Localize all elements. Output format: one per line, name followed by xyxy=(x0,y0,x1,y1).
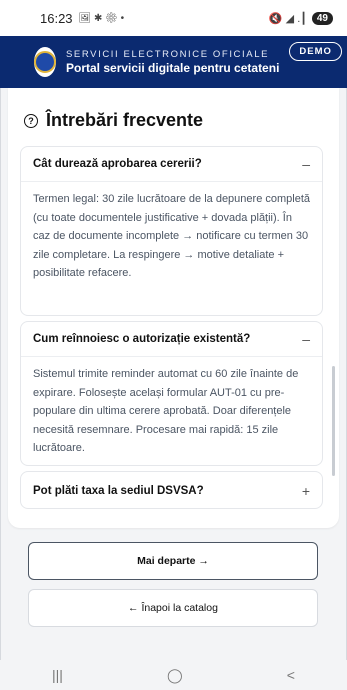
collapse-icon[interactable]: – xyxy=(302,156,310,172)
faq-answer: Termen legal: 30 zile lucrătoare de la d… xyxy=(21,181,322,283)
battery-icon: 49 xyxy=(311,11,333,25)
notification-icons: 🖼 ✱ ⚙ • xyxy=(78,12,125,24)
faq-question: Pot plăti taxa la sediul DSVSA? xyxy=(33,485,204,497)
faq-heading: ? Întrebări frecvente xyxy=(24,110,203,131)
faq-title: Întrebări frecvente xyxy=(46,110,204,130)
signal-icons: 🔇 ◢ .┃ xyxy=(268,12,307,25)
header-kicker: SERVICII ELECTRONICE OFICIALE xyxy=(66,49,270,61)
collapse-icon[interactable]: – xyxy=(302,331,310,347)
back-to-catalog-button[interactable]: ← Înapoi la catalog xyxy=(28,589,318,627)
home-button[interactable]: ◯ xyxy=(167,667,183,684)
faq-question: Cât durează aprobarea cererii? xyxy=(33,158,202,170)
help-circle-icon: ? xyxy=(24,113,38,128)
faq-question-toggle[interactable]: Pot plăti taxa la sediul DSVSA? + xyxy=(21,472,322,510)
system-back-button[interactable]: < xyxy=(287,667,295,683)
demo-badge: DEMO xyxy=(289,42,342,61)
faq-question-toggle[interactable]: Cum reînnoiesc o autorizație existentă? … xyxy=(21,322,322,356)
recent-apps-button[interactable]: ||| xyxy=(52,667,63,683)
android-nav-bar: ||| ◯ < xyxy=(0,660,347,690)
header-title: Portal servicii digitale pentru cetateni xyxy=(66,60,280,75)
next-button[interactable]: Mai departe → xyxy=(28,542,318,580)
site-header: SERVICII ELECTRONICE OFICIALE Portal ser… xyxy=(0,36,347,88)
faq-item-approval-duration: Cât durează aprobarea cererii? – Termen … xyxy=(20,146,323,316)
status-bar: 16:23 🖼 ✱ ⚙ • 🔇 ◢ .┃ 49 xyxy=(0,0,347,36)
clock: 16:23 xyxy=(40,10,73,26)
faq-question: Cum reînnoiesc o autorizație existentă? xyxy=(33,333,251,345)
scrollbar[interactable] xyxy=(332,366,335,476)
faq-question-toggle[interactable]: Cât durează aprobarea cererii? – xyxy=(21,147,322,181)
faq-section: ? Întrebări frecvente Cât durează aproba… xyxy=(8,88,339,528)
faq-item-renew-authorization: Cum reînnoiesc o autorizație existentă? … xyxy=(20,321,323,466)
coat-of-arms-logo xyxy=(34,47,56,77)
faq-answer: Sistemul trimite reminder automat cu 60 … xyxy=(21,356,322,458)
faq-item-pay-fee: Pot plăti taxa la sediul DSVSA? + xyxy=(20,471,323,509)
expand-icon[interactable]: + xyxy=(302,483,310,499)
